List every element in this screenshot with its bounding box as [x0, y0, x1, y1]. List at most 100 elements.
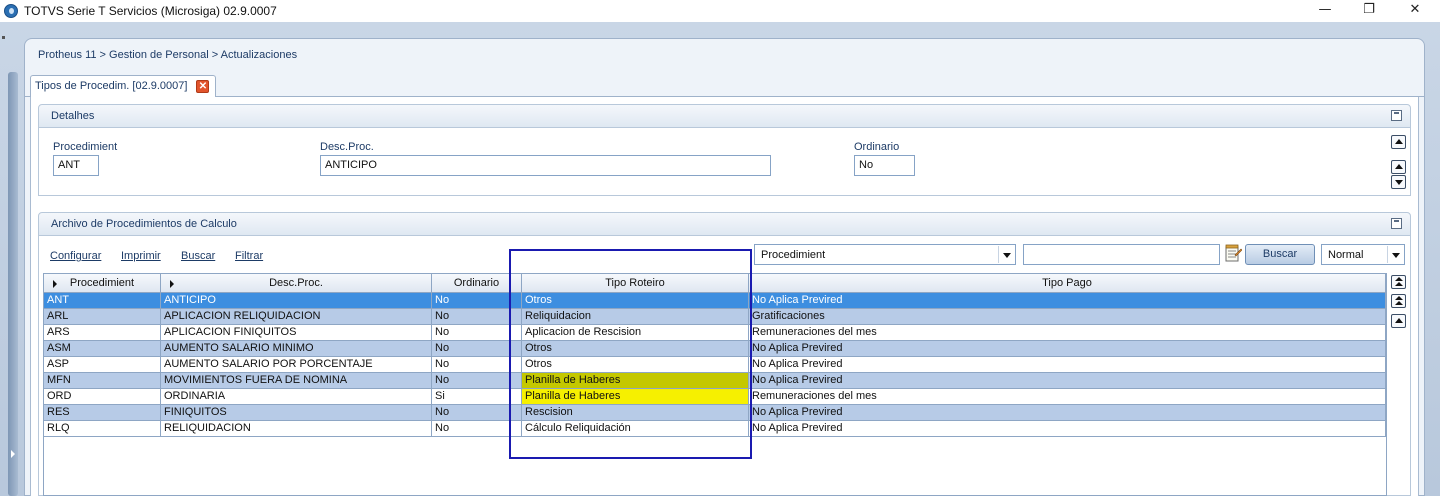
- cell-procedimient[interactable]: ANT: [44, 293, 161, 309]
- table-row[interactable]: ARS APLICACION FINIQUITOS No Aplicacion de …: [44, 325, 1386, 341]
- cell-desc-proc[interactable]: MOVIMIENTOS FUERA DE NOMINA: [161, 373, 432, 389]
- close-tab-icon[interactable]: ✕: [196, 80, 210, 93]
- cell-tipo-roteiro[interactable]: Planilla de Haberes: [522, 373, 749, 389]
- cell-procedimient[interactable]: ASP: [44, 357, 161, 373]
- buscar-link[interactable]: Buscar: [181, 250, 215, 262]
- minimize-button[interactable]: —: [1302, 0, 1348, 22]
- table-row[interactable]: ORD ORDINARIA Si Planilla de Haberes Remuner…: [44, 389, 1386, 405]
- restore-button[interactable]: ❐: [1346, 0, 1392, 22]
- procedures-table: Procedimient Desc.Proc. Ordinario Tipo R…: [43, 273, 1387, 496]
- cell-tipo-pago[interactable]: No Aplica Previred: [749, 341, 1386, 357]
- arrow-up-icon: [1395, 318, 1403, 323]
- cell-ordinario[interactable]: No: [432, 373, 522, 389]
- grid-first-button[interactable]: [1391, 275, 1406, 289]
- table-row[interactable]: ANT ANTICIPO No Otros No Aplica Previred: [44, 293, 1386, 309]
- buscar-button[interactable]: Buscar: [1245, 244, 1315, 265]
- cell-procedimient[interactable]: ORD: [44, 389, 161, 405]
- cell-tipo-roteiro[interactable]: Reliquidacion: [522, 309, 749, 325]
- table-row[interactable]: MFN MOVIMIENTOS FUERA DE NOMINA No Planilla…: [44, 373, 1386, 389]
- cell-tipo-roteiro[interactable]: Otros: [522, 357, 749, 373]
- view-mode-select[interactable]: Normal: [1321, 244, 1405, 265]
- details-scroll-down-button[interactable]: [1391, 175, 1406, 189]
- cell-ordinario[interactable]: No: [432, 357, 522, 373]
- cell-tipo-roteiro[interactable]: Rescision: [522, 405, 749, 421]
- cell-procedimient[interactable]: MFN: [44, 373, 161, 389]
- arrow-up-icon: [1395, 164, 1403, 169]
- table-row[interactable]: ASM AUMENTO SALARIO MINIMO No Otros No Aplic…: [44, 341, 1386, 357]
- cell-tipo-roteiro[interactable]: Otros: [522, 293, 749, 309]
- ordinario-field[interactable]: No: [854, 155, 915, 176]
- cell-desc-proc[interactable]: AUMENTO SALARIO POR PORCENTAJE: [161, 357, 432, 373]
- desc-proc-label: Desc.Proc.: [320, 141, 374, 153]
- table-row[interactable]: RLQ RELIQUIDACION No Cálculo Reliquidación N…: [44, 421, 1386, 437]
- cell-tipo-pago[interactable]: No Aplica Previred: [749, 293, 1386, 309]
- collapse-details-icon[interactable]: [1391, 110, 1402, 121]
- cell-tipo-pago[interactable]: No Aplica Previred: [749, 405, 1386, 421]
- cell-ordinario[interactable]: No: [432, 309, 522, 325]
- cell-desc-proc[interactable]: APLICACION RELIQUIDACION: [161, 309, 432, 325]
- details-scroll-up-button-2[interactable]: [1391, 160, 1406, 174]
- cell-procedimient[interactable]: RLQ: [44, 421, 161, 437]
- window-title: TOTVS Serie T Servicios (Microsiga) 02.9…: [24, 4, 277, 18]
- cell-desc-proc[interactable]: FINIQUITOS: [161, 405, 432, 421]
- table-row[interactable]: ARL APLICACION RELIQUIDACION No Reliquidaci…: [44, 309, 1386, 325]
- cell-ordinario[interactable]: No: [432, 405, 522, 421]
- column-header-tipo-roteiro[interactable]: Tipo Roteiro: [522, 274, 749, 293]
- procedimient-field[interactable]: ANT: [53, 155, 99, 176]
- cell-procedimient[interactable]: ARS: [44, 325, 161, 341]
- archive-section-title: Archivo de Procedimientos de Calculo: [51, 218, 237, 230]
- column-header-desc-proc[interactable]: Desc.Proc.: [161, 274, 432, 293]
- cell-desc-proc[interactable]: APLICACION FINIQUITOS: [161, 325, 432, 341]
- cell-tipo-roteiro[interactable]: Cálculo Reliquidación: [522, 421, 749, 437]
- cell-ordinario[interactable]: Si: [432, 389, 522, 405]
- sort-arrow-icon: [170, 280, 174, 288]
- cell-tipo-roteiro[interactable]: Planilla de Haberes: [522, 389, 749, 405]
- search-field-value: Procedimient: [761, 249, 826, 261]
- cell-tipo-roteiro[interactable]: Otros: [522, 341, 749, 357]
- grid-page-up-button[interactable]: [1391, 294, 1406, 308]
- cell-desc-proc[interactable]: RELIQUIDACION: [161, 421, 432, 437]
- cell-procedimient[interactable]: ARL: [44, 309, 161, 325]
- search-input[interactable]: [1023, 244, 1220, 265]
- cell-desc-proc[interactable]: ANTICIPO: [161, 293, 432, 309]
- column-header-ordinario[interactable]: Ordinario: [432, 274, 522, 293]
- collapse-archive-icon[interactable]: [1391, 218, 1402, 229]
- cell-tipo-roteiro[interactable]: Aplicacion de Rescision: [522, 325, 749, 341]
- column-header-tipo-pago[interactable]: Tipo Pago: [749, 274, 1386, 293]
- cell-ordinario[interactable]: No: [432, 421, 522, 437]
- cell-tipo-pago[interactable]: No Aplica Previred: [749, 357, 1386, 373]
- cell-tipo-pago[interactable]: No Aplica Previred: [749, 373, 1386, 389]
- imprimir-link[interactable]: Imprimir: [121, 250, 161, 262]
- notepad-icon[interactable]: [1224, 244, 1242, 262]
- details-scroll-up-button[interactable]: [1391, 135, 1406, 149]
- table-row[interactable]: ASP AUMENTO SALARIO POR PORCENTAJE No Otros…: [44, 357, 1386, 373]
- cell-desc-proc[interactable]: AUMENTO SALARIO MINIMO: [161, 341, 432, 357]
- column-header-procedimient[interactable]: Procedimient: [44, 274, 161, 293]
- chevron-down-icon[interactable]: [998, 246, 1014, 263]
- tab-tipos-procedim[interactable]: Tipos de Procedim. [02.9.0007] ✕: [30, 75, 217, 97]
- procedimient-label: Procedimient: [53, 141, 118, 153]
- desc-proc-field[interactable]: ANTICIPO: [320, 155, 771, 176]
- cell-tipo-pago[interactable]: No Aplica Previred: [749, 421, 1386, 437]
- search-field-select[interactable]: Procedimient: [754, 244, 1016, 265]
- cell-ordinario[interactable]: No: [432, 325, 522, 341]
- configurar-link[interactable]: Configurar: [50, 250, 101, 262]
- cell-ordinario[interactable]: No: [432, 341, 522, 357]
- cell-procedimient[interactable]: RES: [44, 405, 161, 421]
- chevron-down-icon[interactable]: [1387, 246, 1403, 263]
- filtrar-link[interactable]: Filtrar: [235, 250, 263, 262]
- cell-tipo-pago[interactable]: Remuneraciones del mes: [749, 389, 1386, 405]
- close-window-button[interactable]: ✕: [1392, 0, 1438, 22]
- table-row[interactable]: RES FINIQUITOS No Rescision No Aplica Previr…: [44, 405, 1386, 421]
- cell-tipo-pago[interactable]: Remuneraciones del mes: [749, 325, 1386, 341]
- tab-strip: Tipos de Procedim. [02.9.0007] ✕: [25, 75, 1424, 97]
- cell-desc-proc[interactable]: ORDINARIA: [161, 389, 432, 405]
- cell-procedimient[interactable]: ASM: [44, 341, 161, 357]
- cell-tipo-pago[interactable]: Gratificaciones: [749, 309, 1386, 325]
- cell-ordinario[interactable]: No: [432, 293, 522, 309]
- arrow-up-icon: [1395, 139, 1403, 144]
- grid-scroll-up-button[interactable]: [1391, 314, 1406, 328]
- arrow-down-icon: [1395, 180, 1403, 185]
- view-mode-value: Normal: [1328, 249, 1364, 261]
- side-panel-toggle[interactable]: [8, 72, 18, 496]
